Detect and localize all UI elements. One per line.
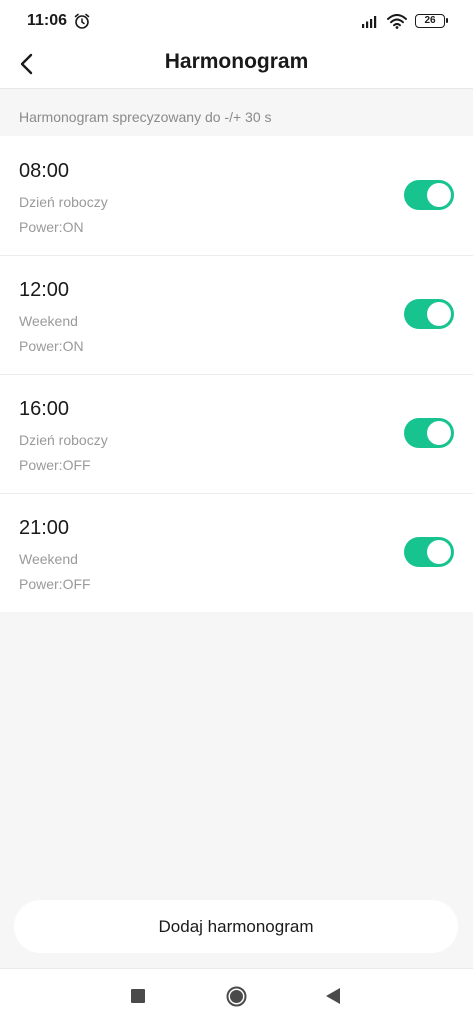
schedule-time: 21:00 (19, 517, 70, 539)
schedule-power: Power:OFF (19, 576, 91, 592)
system-nav-bar (0, 968, 473, 1024)
add-schedule-button[interactable]: Dodaj harmonogram (14, 900, 458, 953)
schedule-power: Power:ON (19, 338, 84, 354)
schedule-item[interactable]: 08:00 Dzień roboczy Power:ON (0, 136, 473, 255)
wifi-icon (387, 13, 407, 29)
schedule-item[interactable]: 16:00 Dzień roboczy Power:OFF (0, 374, 473, 493)
recent-apps-icon[interactable] (131, 989, 145, 1003)
battery-icon: 26 (415, 14, 448, 28)
schedule-toggle[interactable] (404, 299, 454, 329)
schedule-power: Power:OFF (19, 457, 91, 473)
schedule-toggle[interactable] (404, 180, 454, 210)
toggle-knob (427, 540, 451, 564)
schedule-list: 08:00 Dzień roboczy Power:ON 12:00 Weeke… (0, 136, 473, 612)
signal-icon (362, 16, 377, 28)
schedule-toggle[interactable] (404, 418, 454, 448)
toggle-knob (427, 183, 451, 207)
schedule-days: Weekend (19, 313, 78, 329)
header: Harmonogram (0, 42, 473, 88)
status-time: 11:06 (27, 12, 68, 29)
status-bar: 11:06 26 (0, 0, 473, 42)
header-divider (0, 88, 473, 89)
schedule-item[interactable]: 12:00 Weekend Power:ON (0, 255, 473, 374)
schedule-days: Weekend (19, 551, 78, 567)
schedule-time: 08:00 (19, 160, 70, 182)
toggle-knob (427, 302, 451, 326)
schedule-days: Dzień roboczy (19, 432, 108, 448)
page-title: Harmonogram (164, 50, 309, 73)
alarm-icon (74, 13, 90, 29)
toggle-knob (427, 421, 451, 445)
schedule-note: Harmonogram sprecyzowany do -/+ 30 s (19, 109, 272, 125)
schedule-power: Power:ON (19, 219, 84, 235)
home-icon[interactable] (226, 986, 247, 1007)
schedule-toggle[interactable] (404, 537, 454, 567)
back-icon[interactable] (325, 987, 341, 1005)
status-indicators: 26 (361, 12, 448, 30)
schedule-days: Dzień roboczy (19, 194, 108, 210)
schedule-time: 12:00 (19, 279, 70, 301)
schedule-time: 16:00 (19, 398, 70, 420)
schedule-item[interactable]: 21:00 Weekend Power:OFF (0, 493, 473, 612)
